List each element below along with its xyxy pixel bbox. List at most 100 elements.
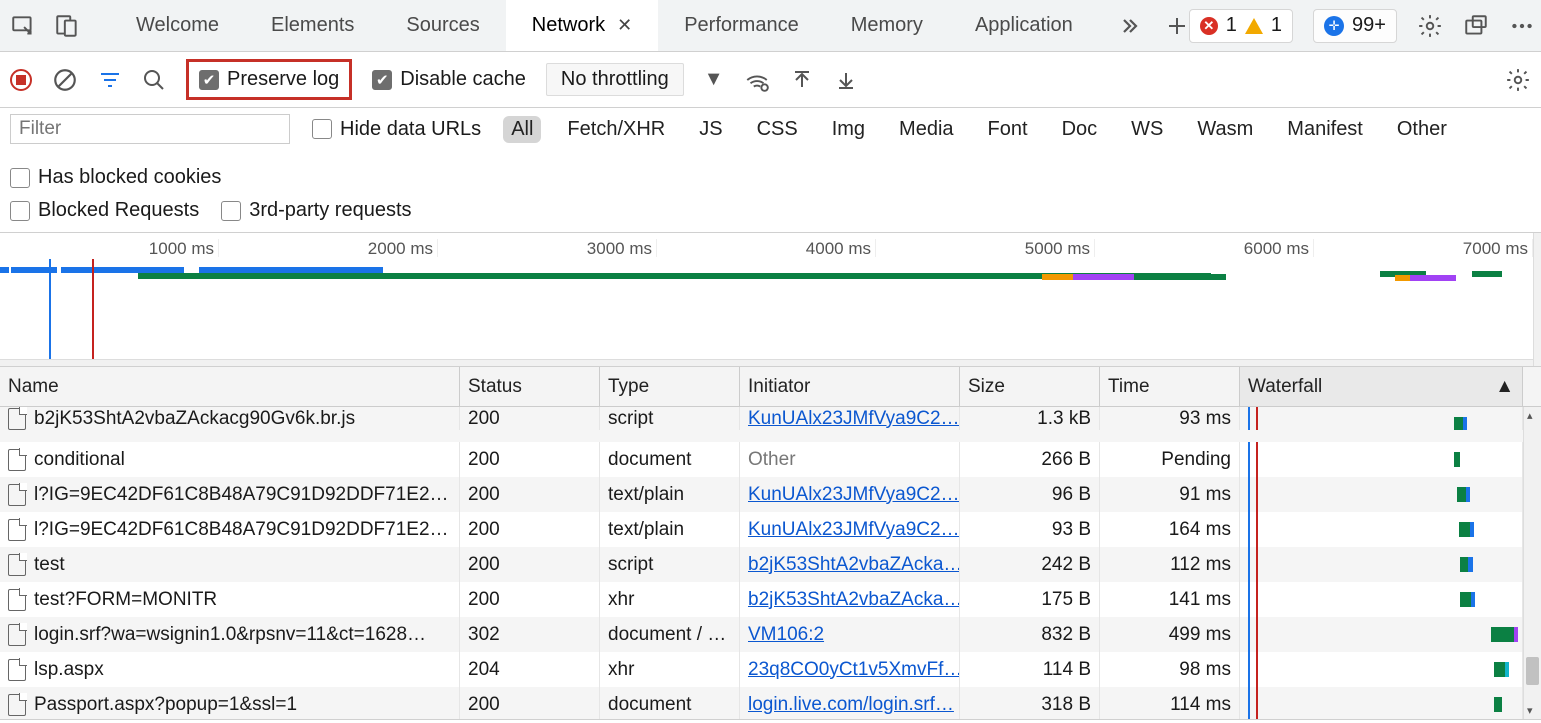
table-row[interactable]: test200scriptb2jK53ShtA2vbaZAcka…242 B11… <box>0 547 1541 582</box>
type-filter-font[interactable]: Font <box>980 116 1036 143</box>
issues-count: 99+ <box>1352 14 1386 37</box>
table-row[interactable]: conditional200documentOther266 BPending <box>0 442 1541 477</box>
record-button[interactable] <box>10 69 32 91</box>
filter-input[interactable] <box>10 114 290 144</box>
error-warning-badge[interactable]: ✕ 1 1 <box>1189 9 1293 43</box>
timeline-tick: 7000 ms <box>1314 239 1533 257</box>
type-filter-ws[interactable]: WS <box>1123 116 1171 143</box>
type-filter-all[interactable]: All <box>503 116 541 143</box>
type-filter-media[interactable]: Media <box>891 116 961 143</box>
dock-icon[interactable] <box>1463 13 1489 39</box>
cell-initiator[interactable]: VM106:2 <box>740 617 960 652</box>
tab-memory[interactable]: Memory <box>825 0 949 51</box>
filter-icon[interactable] <box>98 68 122 92</box>
cell-initiator[interactable]: b2jK53ShtA2vbaZAcka… <box>740 547 960 582</box>
type-filter-fetch-xhr[interactable]: Fetch/XHR <box>559 116 673 143</box>
type-filter-wasm[interactable]: Wasm <box>1189 116 1261 143</box>
export-har-icon[interactable] <box>790 68 814 92</box>
tab-network[interactable]: Network✕ <box>506 0 658 51</box>
col-initiator[interactable]: Initiator <box>740 367 960 406</box>
panel-settings-gear-icon[interactable] <box>1505 67 1531 93</box>
cell-initiator[interactable]: KunUAlx23JMfVya9C2… <box>740 477 960 512</box>
table-row[interactable]: l?IG=9EC42DF61C8B48A79C91D92DDF71E22…200… <box>0 477 1541 512</box>
overview-scrollbar[interactable] <box>1533 233 1541 366</box>
import-har-icon[interactable] <box>834 68 858 92</box>
table-row[interactable]: login.srf?wa=wsignin1.0&rpsnv=11&ct=1628… <box>0 617 1541 652</box>
cell-initiator[interactable]: KunUAlx23JMfVya9C2… <box>740 407 960 430</box>
device-icons <box>10 13 80 39</box>
table-scrollbar[interactable]: ▴▾ <box>1523 407 1541 719</box>
cell-name: test <box>0 547 460 582</box>
cell-status: 200 <box>460 547 600 582</box>
cell-initiator[interactable]: b2jK53ShtA2vbaZAcka… <box>740 582 960 617</box>
tab-performance[interactable]: Performance <box>658 0 825 51</box>
sort-indicator-icon: ▲ <box>1495 376 1514 398</box>
tab-elements[interactable]: Elements <box>245 0 380 51</box>
close-tab-icon[interactable]: ✕ <box>617 15 632 36</box>
file-icon <box>8 624 26 646</box>
col-waterfall[interactable]: Waterfall▲ <box>1240 367 1523 406</box>
col-type[interactable]: Type <box>600 367 740 406</box>
search-icon[interactable] <box>142 68 166 92</box>
cell-initiator[interactable]: login.live.com/login.srf… <box>740 687 960 719</box>
disable-cache-checkbox[interactable]: ✔ Disable cache <box>372 68 526 91</box>
third-party-checkbox[interactable]: 3rd-party requests <box>221 199 411 222</box>
overview-timeline[interactable]: 1000 ms2000 ms3000 ms4000 ms5000 ms6000 … <box>0 233 1541 367</box>
tab-application[interactable]: Application <box>949 0 1099 51</box>
timeline-tick: 6000 ms <box>1095 239 1314 257</box>
cell-initiator[interactable]: KunUAlx23JMfVya9C2… <box>740 512 960 547</box>
table-row[interactable]: b2jK53ShtA2vbaZAckacg90Gv6k.br.js200scri… <box>0 407 1541 442</box>
table-row[interactable]: Passport.aspx?popup=1&ssl=1200documentlo… <box>0 687 1541 719</box>
add-tab-icon[interactable] <box>1165 14 1189 38</box>
tab-welcome[interactable]: Welcome <box>110 0 245 51</box>
table-header: Name Status Type Initiator Size Time Wat… <box>0 367 1541 407</box>
table-row[interactable]: test?FORM=MONITR200xhrb2jK53ShtA2vbaZAck… <box>0 582 1541 617</box>
status-footer: 155 requests 2.5 MB transferred 3.7 MB r… <box>0 719 1541 723</box>
cell-time: 93 ms <box>1100 407 1240 430</box>
checkbox-icon <box>10 168 30 188</box>
has-blocked-cookies-checkbox[interactable]: Has blocked cookies <box>10 166 221 189</box>
overview-h-scrollbar[interactable] <box>0 359 1533 366</box>
type-filter-js[interactable]: JS <box>691 116 730 143</box>
table-row[interactable]: l?IG=9EC42DF61C8B48A79C91D92DDF71E22…200… <box>0 512 1541 547</box>
col-name[interactable]: Name <box>0 367 460 406</box>
type-filter-other[interactable]: Other <box>1389 116 1455 143</box>
col-size[interactable]: Size <box>960 367 1100 406</box>
overview-segment <box>1073 274 1134 280</box>
cell-status: 200 <box>460 582 600 617</box>
col-time[interactable]: Time <box>1100 367 1240 406</box>
cell-name: l?IG=9EC42DF61C8B48A79C91D92DDF71E22… <box>0 512 460 547</box>
device-toggle-icon[interactable] <box>54 13 80 39</box>
blocked-requests-checkbox[interactable]: Blocked Requests <box>10 199 199 222</box>
hide-data-urls-checkbox[interactable]: Hide data URLs <box>312 118 481 141</box>
table-row[interactable]: lsp.aspx204xhr23q8CO0yCt1v5XmvFf…114 B98… <box>0 652 1541 687</box>
network-conditions-icon[interactable] <box>744 67 770 93</box>
more-tabs-icon[interactable] <box>1117 14 1141 38</box>
cell-type: script <box>600 547 740 582</box>
issues-badge[interactable]: ✛ 99+ <box>1313 9 1397 43</box>
third-party-label: 3rd-party requests <box>249 199 411 222</box>
cell-type: text/plain <box>600 512 740 547</box>
file-icon <box>8 519 26 541</box>
cell-name: test?FORM=MONITR <box>0 582 460 617</box>
type-filter-manifest[interactable]: Manifest <box>1279 116 1371 143</box>
kebab-menu-icon[interactable] <box>1509 13 1535 39</box>
file-icon <box>8 408 26 430</box>
type-filter-doc[interactable]: Doc <box>1054 116 1106 143</box>
inspect-icon[interactable] <box>10 13 36 39</box>
type-filter-img[interactable]: Img <box>824 116 873 143</box>
settings-gear-icon[interactable] <box>1417 13 1443 39</box>
file-icon <box>8 694 26 716</box>
cell-initiator[interactable]: 23q8CO0yCt1v5XmvFf… <box>740 652 960 687</box>
chevron-down-icon[interactable]: ▼ <box>704 68 724 91</box>
overview-segment <box>0 267 9 273</box>
type-filter-css[interactable]: CSS <box>749 116 806 143</box>
preserve-log-checkbox[interactable]: ✔ Preserve log <box>186 59 352 100</box>
cell-time: 164 ms <box>1100 512 1240 547</box>
clear-icon[interactable] <box>52 67 78 93</box>
tab-sources[interactable]: Sources <box>380 0 505 51</box>
col-status[interactable]: Status <box>460 367 600 406</box>
cell-time: 141 ms <box>1100 582 1240 617</box>
cell-name: l?IG=9EC42DF61C8B48A79C91D92DDF71E22… <box>0 477 460 512</box>
throttling-select[interactable]: No throttling <box>546 63 684 96</box>
